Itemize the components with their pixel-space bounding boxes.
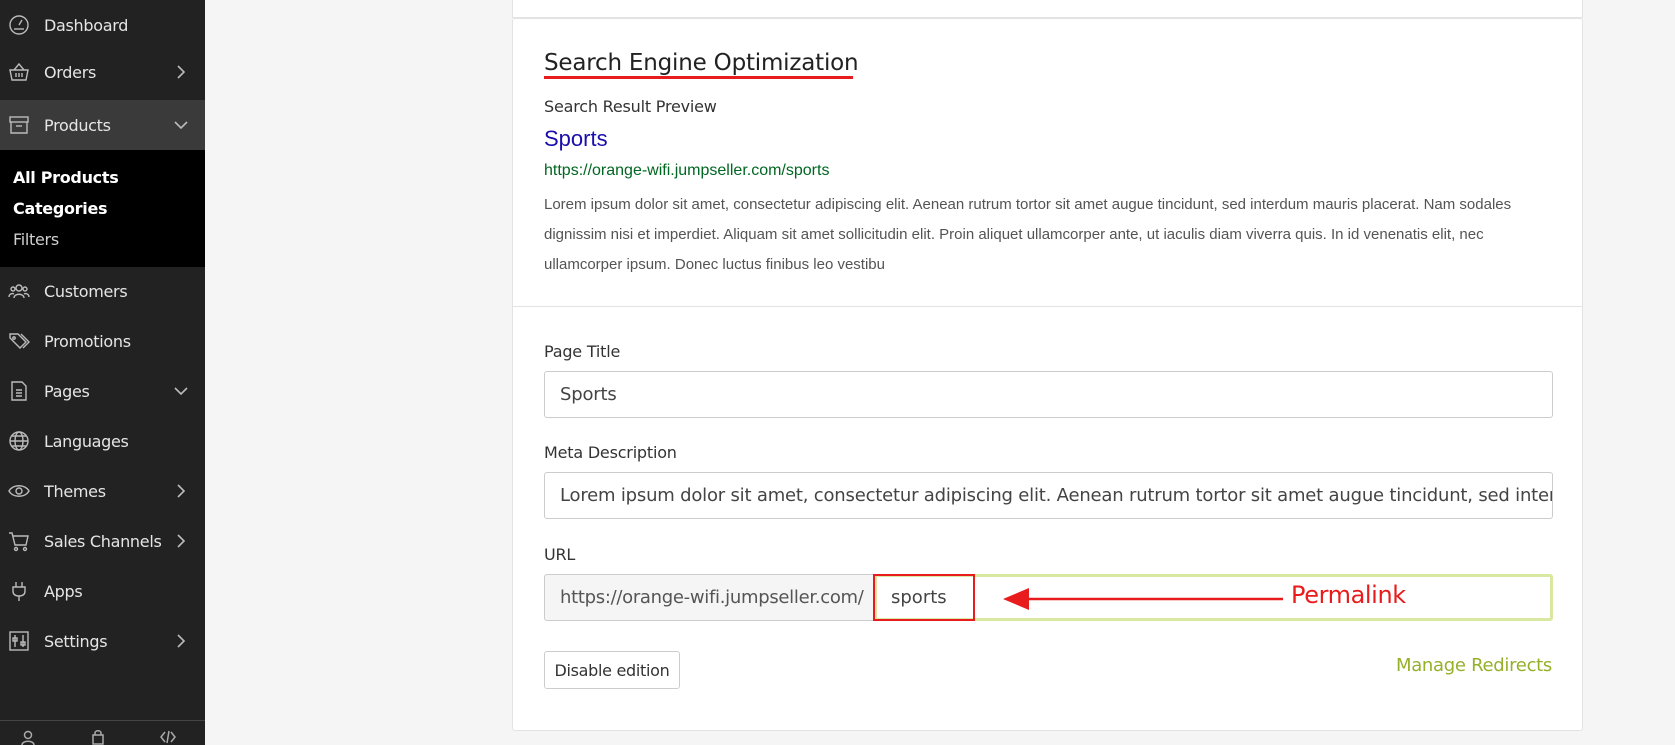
- submenu-filters[interactable]: Filters: [13, 230, 59, 249]
- sidebar-item-label: Themes: [44, 481, 106, 501]
- title-annotation-underline: [544, 76, 853, 79]
- sidebar-item-dashboard[interactable]: Dashboard: [0, 0, 205, 50]
- section-title: Search Engine Optimization: [544, 50, 859, 76]
- lock-icon[interactable]: [90, 729, 106, 745]
- cart-icon: [8, 530, 30, 552]
- permalink-annotation: Permalink: [1291, 581, 1406, 609]
- chevron-right-icon: [173, 64, 189, 80]
- seo-card: Search Engine Optimization Search Result…: [512, 18, 1583, 731]
- products-submenu: All Products Categories Filters: [0, 150, 205, 267]
- sidebar: Dashboard Orders Products All Products C…: [0, 0, 205, 745]
- sidebar-item-orders[interactable]: Orders: [0, 47, 205, 97]
- search-preview-label: Search Result Preview: [544, 97, 717, 116]
- chevron-right-icon: [173, 483, 189, 499]
- search-preview-url: https://orange-wifi.jumpseller.com/sport…: [544, 162, 830, 179]
- sidebar-item-label: Settings: [44, 631, 108, 651]
- chevron-down-icon: [173, 117, 189, 133]
- sidebar-item-label: Promotions: [44, 331, 131, 351]
- sidebar-item-sales-channels[interactable]: Sales Channels: [0, 516, 205, 566]
- sidebar-item-settings[interactable]: Settings: [0, 616, 205, 666]
- code-icon[interactable]: [160, 729, 176, 745]
- manage-redirects-link[interactable]: Manage Redirects: [1396, 655, 1552, 676]
- annotation-arrow: [1003, 588, 1283, 610]
- sidebar-item-label: Dashboard: [44, 15, 129, 35]
- sidebar-item-label: Sales Channels: [44, 531, 162, 551]
- sidebar-item-pages[interactable]: Pages: [0, 366, 205, 416]
- users-icon: [8, 280, 30, 302]
- sidebar-item-label: Orders: [44, 62, 97, 82]
- search-preview-description: Lorem ipsum dolor sit amet, consectetur …: [544, 196, 1512, 273]
- sidebar-item-apps[interactable]: Apps: [0, 566, 205, 616]
- sliders-icon: [8, 630, 30, 652]
- user-icon[interactable]: [20, 729, 36, 745]
- previous-card: [512, 0, 1583, 18]
- plug-icon: [8, 580, 30, 602]
- sidebar-item-label: Products: [44, 115, 111, 135]
- meta-description-input[interactable]: Lorem ipsum dolor sit amet, consectetur …: [544, 472, 1553, 519]
- chevron-right-icon: [173, 633, 189, 649]
- sidebar-item-languages[interactable]: Languages: [0, 416, 205, 466]
- submenu-categories[interactable]: Categories: [13, 199, 108, 218]
- search-preview-title: Sports: [544, 126, 608, 151]
- url-value[interactable]: sports: [873, 574, 975, 621]
- globe-icon: [8, 430, 30, 452]
- chevron-right-icon: [173, 533, 189, 549]
- divider: [513, 306, 1582, 307]
- sidebar-item-label: Apps: [44, 581, 83, 601]
- disable-edition-button[interactable]: Disable edition: [544, 651, 680, 689]
- tags-icon: [8, 330, 30, 352]
- page-icon: [8, 380, 30, 402]
- sidebar-item-label: Languages: [44, 431, 129, 451]
- sidebar-item-label: Pages: [44, 381, 90, 401]
- sidebar-item-products[interactable]: Products: [0, 100, 205, 150]
- url-prefix: https://orange-wifi.jumpseller.com/: [544, 574, 874, 621]
- sidebar-footer: [0, 720, 205, 745]
- page-title-input[interactable]: Sports: [544, 371, 1553, 418]
- sidebar-item-themes[interactable]: Themes: [0, 466, 205, 516]
- dashboard-icon: [8, 14, 30, 36]
- submenu-all-products[interactable]: All Products: [13, 168, 119, 187]
- url-label: URL: [544, 545, 576, 564]
- basket-icon: [8, 61, 30, 83]
- eye-icon: [8, 480, 30, 502]
- sidebar-item-promotions[interactable]: Promotions: [0, 316, 205, 366]
- chevron-down-icon: [173, 383, 189, 399]
- sidebar-item-customers[interactable]: Customers: [0, 266, 205, 316]
- box-icon: [8, 114, 30, 136]
- sidebar-item-label: Customers: [44, 281, 128, 301]
- page-title-label: Page Title: [544, 342, 621, 361]
- meta-description-label: Meta Description: [544, 443, 677, 462]
